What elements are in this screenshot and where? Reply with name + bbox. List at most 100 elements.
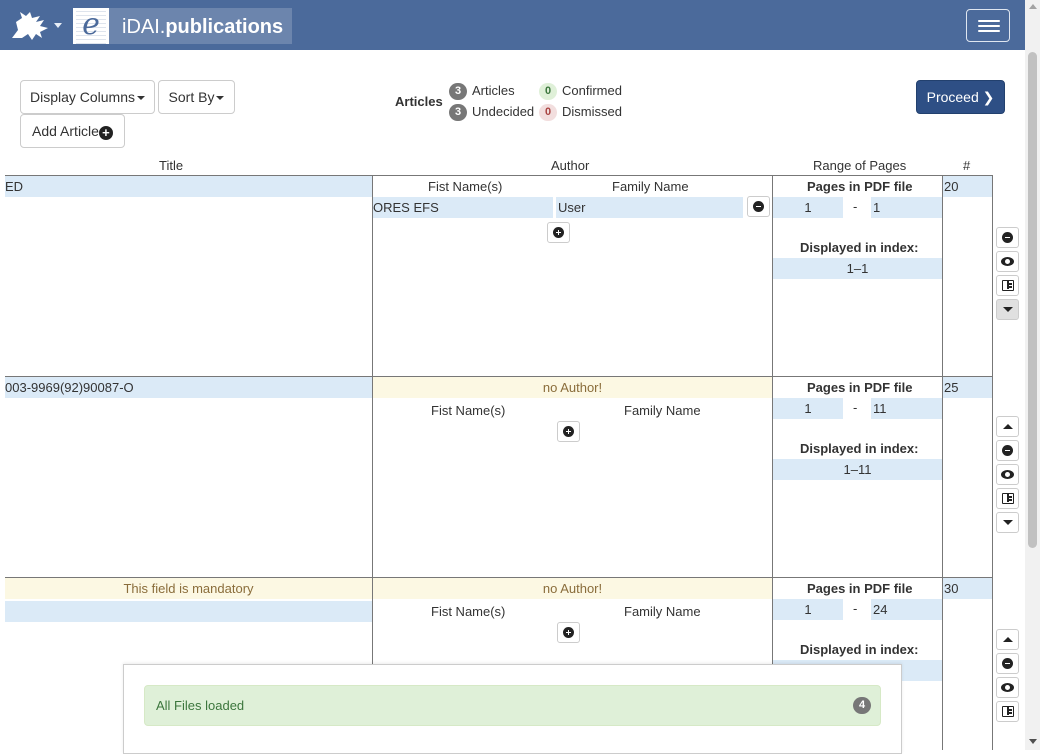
- confirmed-count-badge: 0: [539, 83, 557, 100]
- author-warning: no Author!: [373, 578, 772, 599]
- plus-circle-icon: [563, 627, 574, 638]
- minus-circle-icon: [1002, 232, 1013, 243]
- document-icon: [1002, 706, 1014, 717]
- stats-title: Articles: [395, 94, 443, 109]
- remove-author-button[interactable]: [747, 196, 770, 217]
- brand[interactable]: e iDAI.publications: [73, 8, 292, 44]
- page-to-field[interactable]: 24: [871, 599, 942, 620]
- add-article-label: Add Article: [32, 123, 99, 139]
- move-down-button[interactable]: [996, 512, 1019, 533]
- confirmed-label: Confirmed: [562, 83, 622, 98]
- eye-icon: [1001, 683, 1014, 692]
- header-title[interactable]: Title: [159, 158, 183, 173]
- sort-by-button[interactable]: Sort By: [158, 80, 235, 114]
- menu-toggle-button[interactable]: [966, 9, 1010, 42]
- title-warning: This field is mandatory: [5, 578, 372, 599]
- dismissed-label: Dismissed: [562, 104, 622, 119]
- page-to-text: 11: [873, 401, 887, 416]
- proceed-button[interactable]: Proceed ❯: [916, 80, 1005, 114]
- dismiss-article-button[interactable]: [996, 653, 1019, 674]
- articles-label: Articles: [472, 83, 515, 98]
- title-field[interactable]: 003-9969(92)90087-O: [5, 377, 372, 398]
- first-name-label: Fist Name(s): [431, 604, 506, 619]
- add-author-button[interactable]: [557, 622, 580, 643]
- page-from-field[interactable]: 1: [773, 599, 843, 620]
- family-name-label: Family Name: [624, 403, 701, 418]
- edit-article-button[interactable]: [996, 488, 1019, 509]
- scrollbar-thumb[interactable]: [1028, 52, 1037, 548]
- griffin-logo-icon[interactable]: [10, 8, 50, 42]
- plus-circle-icon: [553, 227, 564, 238]
- display-columns-button[interactable]: Display Columns: [20, 80, 155, 114]
- author-family-name-field[interactable]: User: [556, 197, 743, 218]
- author-first-name-field[interactable]: ORES EFS: [373, 197, 553, 218]
- first-name-label: Fist Name(s): [431, 403, 506, 418]
- article-number-field[interactable]: 25: [943, 377, 992, 398]
- caret-down-icon: [137, 96, 146, 101]
- brand-logo-icon: e: [73, 8, 109, 44]
- displayed-text: 1–1: [846, 261, 869, 276]
- dismissed-count-badge: 0: [539, 104, 557, 121]
- first-name-label: Fist Name(s): [428, 179, 503, 194]
- page-to-field[interactable]: 1: [871, 197, 942, 218]
- chevron-down-icon[interactable]: [54, 23, 62, 28]
- family-name-label: Family Name: [624, 604, 701, 619]
- plus-bar: [558, 230, 559, 235]
- title-field[interactable]: ED: [5, 176, 372, 197]
- scrollbar[interactable]: [1025, 0, 1040, 750]
- displayed-in-index-field[interactable]: 1–1: [773, 258, 942, 279]
- add-article-button[interactable]: Add Article +: [20, 114, 125, 148]
- title-text: ED: [5, 179, 24, 194]
- view-article-button[interactable]: [996, 251, 1019, 272]
- files-loaded-message: All Files loaded: [156, 698, 245, 713]
- page-to-text: 24: [873, 602, 888, 617]
- article-number-field[interactable]: 20: [943, 176, 992, 197]
- scroll-down-icon[interactable]: [1029, 739, 1037, 744]
- view-article-button[interactable]: [996, 464, 1019, 485]
- dismiss-article-button[interactable]: [996, 440, 1019, 461]
- author-family-text: User: [558, 200, 586, 215]
- triangle-down-icon: [1003, 520, 1013, 525]
- dismiss-article-button[interactable]: [996, 227, 1019, 248]
- displayed-text: 1–11: [843, 462, 872, 477]
- author-warning: no Author!: [373, 377, 772, 398]
- page-to-text: 1: [873, 200, 881, 215]
- view-article-button[interactable]: [996, 677, 1019, 698]
- move-up-button[interactable]: [996, 416, 1019, 437]
- navbar: e iDAI.publications: [0, 0, 1025, 50]
- header-author[interactable]: Author: [551, 158, 589, 173]
- page-from-field[interactable]: 1: [773, 398, 843, 419]
- header-pages[interactable]: Range of Pages: [813, 158, 906, 173]
- minus-bar: [1005, 450, 1010, 451]
- header-number[interactable]: #: [963, 158, 970, 173]
- stat-confirmed: 0 Confirmed: [539, 83, 622, 100]
- pages-in-pdf-label: Pages in PDF file: [807, 380, 913, 395]
- hamburger-icon: [978, 20, 1000, 22]
- move-down-button[interactable]: [996, 299, 1019, 320]
- page-from-field[interactable]: 1: [773, 197, 843, 218]
- title-text: 003-9969(92)90087-O: [5, 380, 134, 395]
- add-author-button[interactable]: [557, 421, 580, 442]
- scroll-up-icon[interactable]: [1029, 4, 1037, 9]
- undecided-label: Undecided: [472, 104, 535, 119]
- family-name-label: Family Name: [612, 179, 689, 194]
- eye-icon: [1001, 257, 1014, 266]
- article-number-field[interactable]: 30: [943, 578, 992, 599]
- pages-in-pdf-label: Pages in PDF file: [807, 179, 913, 194]
- stat-dismissed: 0 Dismissed: [539, 104, 622, 121]
- page-range-dash: -: [853, 199, 858, 214]
- stat-articles: 3 Articles: [449, 83, 515, 100]
- edit-article-button[interactable]: [996, 275, 1019, 296]
- displayed-in-index-field[interactable]: 1–11: [773, 459, 942, 480]
- move-up-button[interactable]: [996, 629, 1019, 650]
- title-field[interactable]: [5, 601, 372, 622]
- sort-by-label: Sort By: [168, 89, 215, 105]
- caret-down-icon: [216, 96, 225, 101]
- triangle-up-icon: [1003, 424, 1013, 429]
- page-to-field[interactable]: 11: [871, 398, 942, 419]
- edit-article-button[interactable]: [996, 701, 1019, 722]
- brand-title: iDAI.publications: [122, 16, 284, 38]
- add-author-button[interactable]: [547, 222, 570, 243]
- article-number-text: 20: [944, 179, 959, 194]
- chevron-right-icon: ❯: [982, 89, 995, 105]
